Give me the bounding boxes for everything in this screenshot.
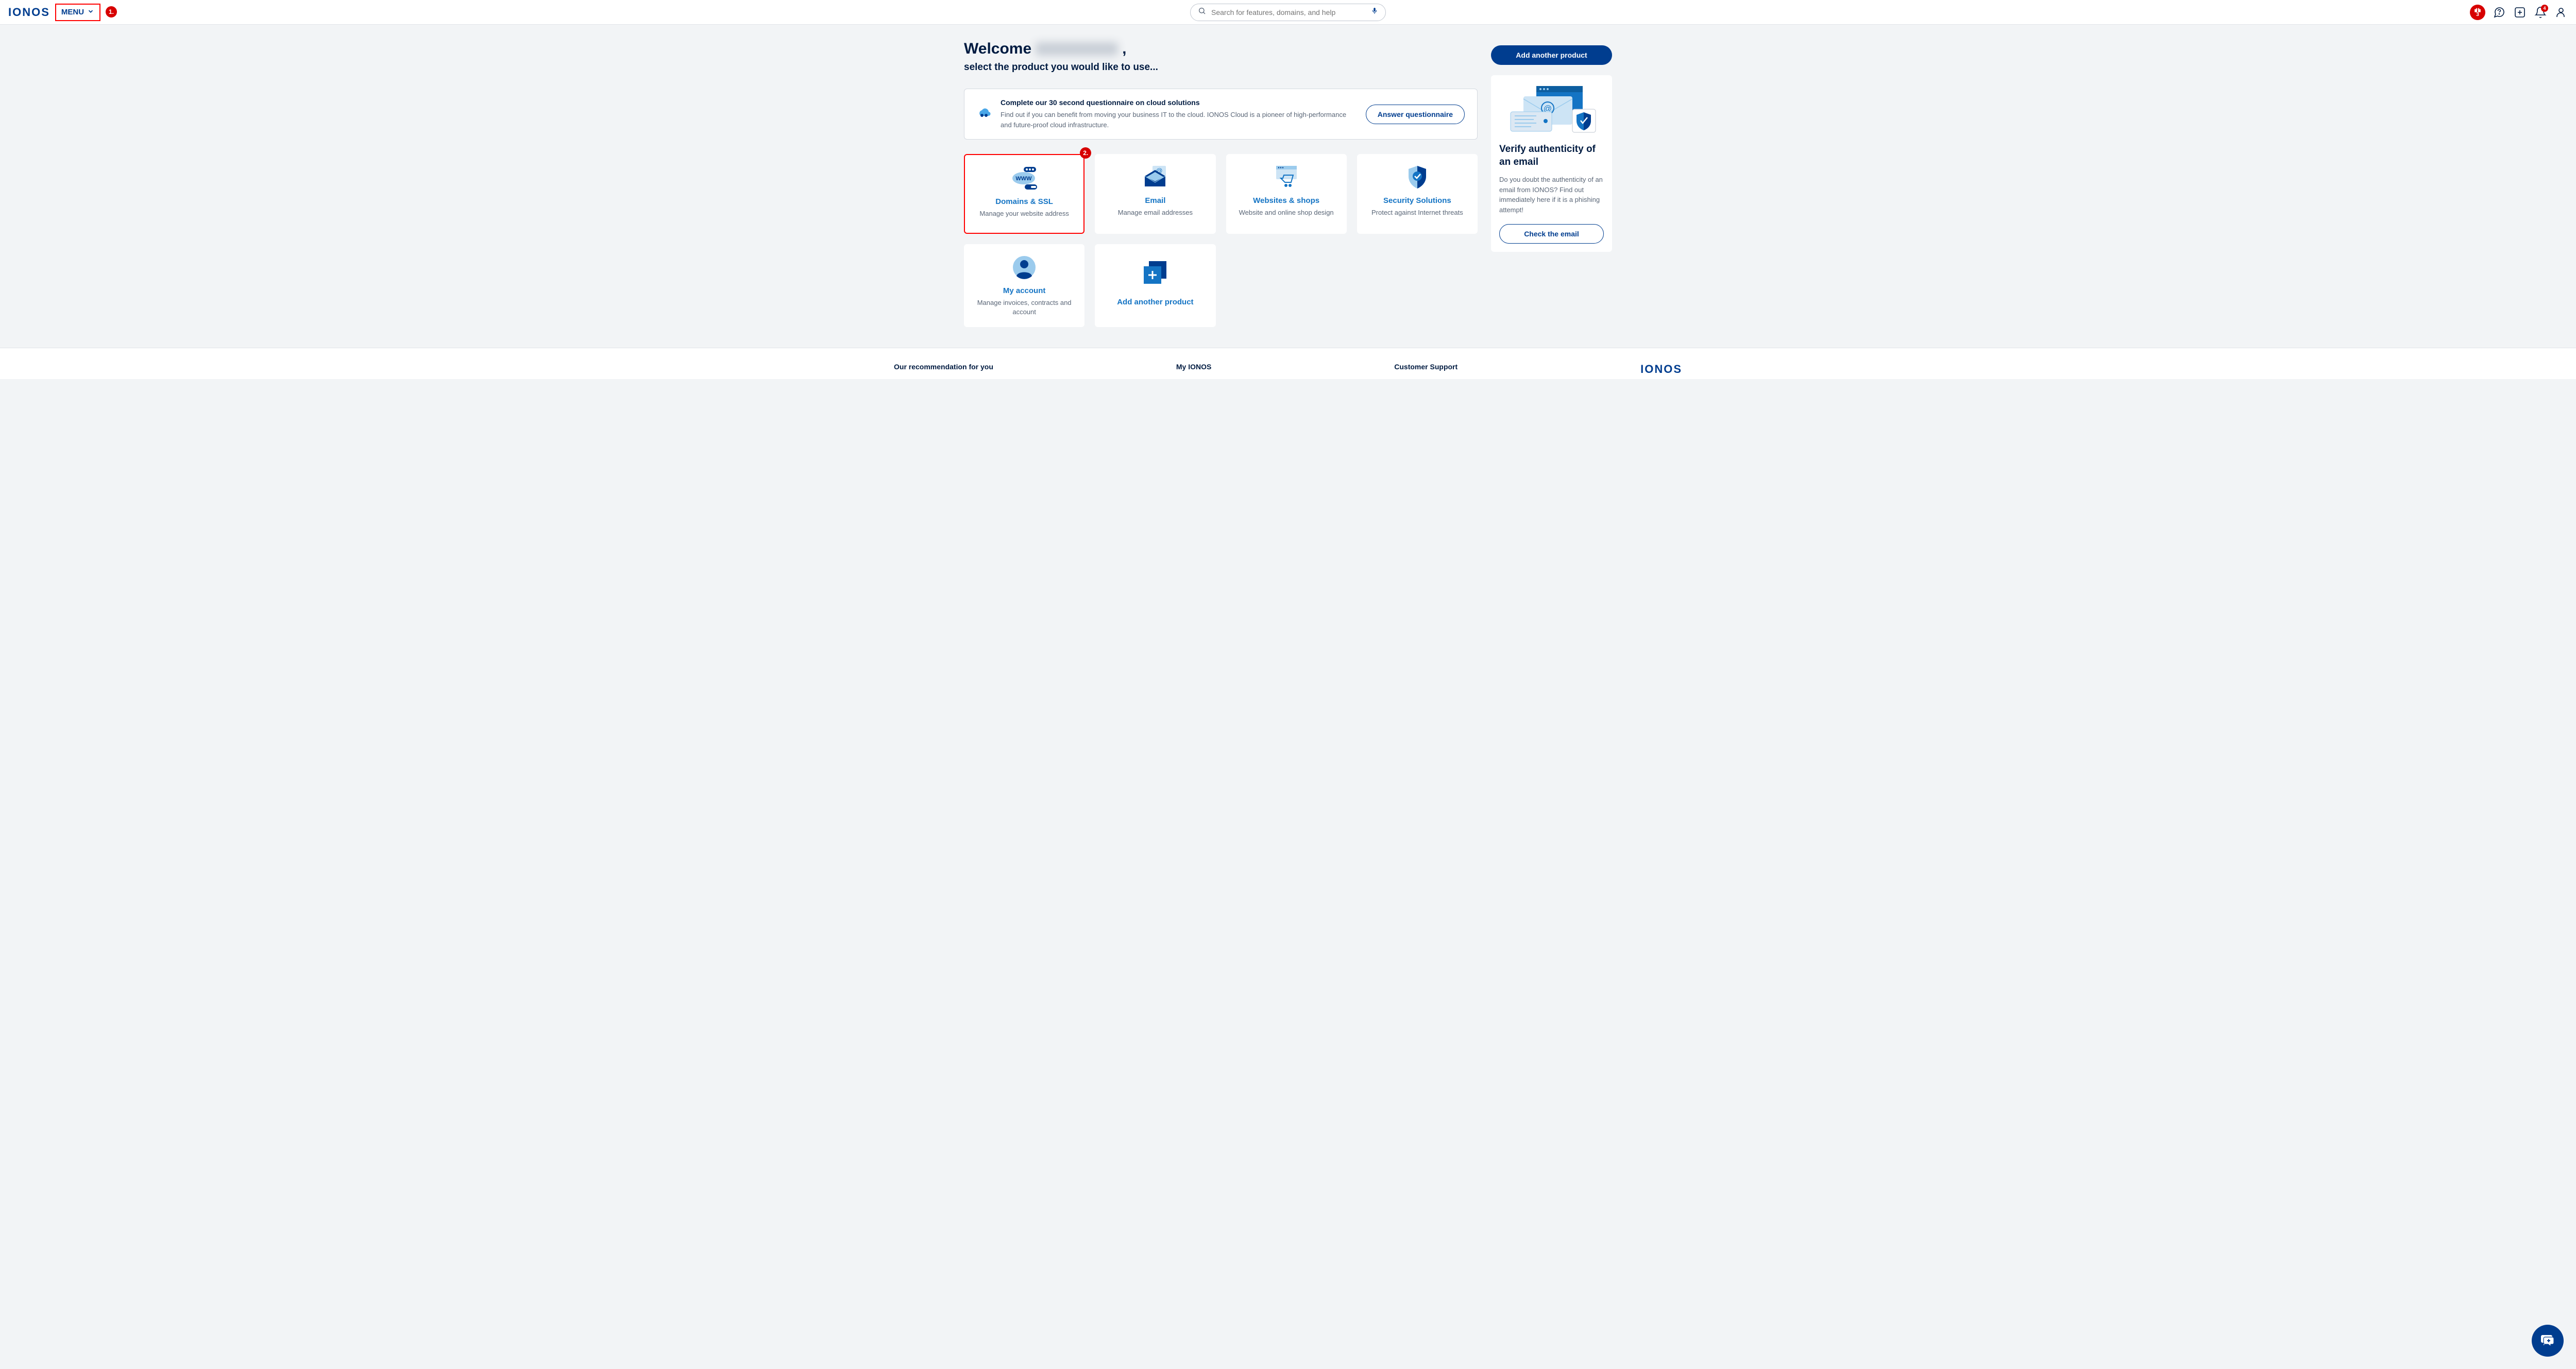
tile-domains-ssl[interactable]: WWW Domains & SSL Manage your website ad… <box>964 154 1084 234</box>
footer-col-support: Customer Support <box>1394 363 1458 371</box>
websites-icon <box>1274 164 1299 190</box>
email-icon: @ <box>1142 164 1168 190</box>
tile-desc: Website and online shop design <box>1239 208 1334 217</box>
cloud-icon <box>977 108 991 121</box>
tile-security[interactable]: Security Solutions Protect against Inter… <box>1357 154 1478 234</box>
microphone-icon[interactable] <box>1371 7 1378 18</box>
annotation-2-badge: 2. <box>1080 147 1091 159</box>
add-another-product-button[interactable]: Add another product <box>1491 45 1612 65</box>
tile-title: Domains & SSL <box>995 197 1053 206</box>
account-icon <box>1012 254 1036 280</box>
welcome-suffix: , <box>1122 40 1126 58</box>
chat-fab[interactable] <box>2532 1325 2564 1357</box>
footer-logo: IONOS <box>1640 363 1682 376</box>
check-email-button[interactable]: Check the email <box>1499 224 1604 244</box>
svg-text:WWW: WWW <box>1016 176 1032 182</box>
help-icon[interactable] <box>2493 6 2506 19</box>
answer-questionnaire-button[interactable]: Answer questionnaire <box>1366 105 1465 124</box>
menu-button[interactable]: MENU <box>55 4 100 21</box>
banner-body: Find out if you can benefit from moving … <box>1001 110 1357 130</box>
search-icon <box>1198 7 1206 18</box>
tile-desc: Manage email addresses <box>1118 208 1193 217</box>
gift-icon[interactable]: 3 <box>2470 5 2485 20</box>
ionos-logo[interactable]: IONOS <box>8 6 50 19</box>
chevron-down-icon <box>87 8 94 17</box>
footer-col-myionos: My IONOS <box>1176 363 1211 371</box>
welcome-prefix: Welcome <box>964 40 1031 58</box>
annotation-1-badge: 1. <box>106 6 117 18</box>
menu-label: MENU <box>61 8 84 16</box>
footer-col-recommendation: Our recommendation for you <box>894 363 993 371</box>
promo-body: Do you doubt the authenticity of an emai… <box>1499 175 1604 215</box>
tile-title: Websites & shops <box>1253 196 1319 205</box>
notification-count: 4 <box>2541 5 2548 12</box>
page-footer: Our recommendation for you My IONOS Cust… <box>0 348 2576 379</box>
tile-desc: Manage invoices, contracts and account <box>971 298 1077 317</box>
tile-my-account[interactable]: My account Manage invoices, contracts an… <box>964 244 1084 327</box>
tile-email[interactable]: @ Email Manage email addresses <box>1095 154 1215 234</box>
banner-title: Complete our 30 second questionnaire on … <box>1001 98 1357 107</box>
top-header: IONOS MENU 1. 3 4 <box>0 0 2576 25</box>
gift-count: 3 <box>2476 12 2479 18</box>
tile-title: My account <box>1003 286 1046 295</box>
tile-title: Add another product <box>1117 298 1193 306</box>
tile-title: Email <box>1145 196 1165 205</box>
domains-icon: WWW <box>1009 165 1039 191</box>
bell-icon[interactable]: 4 <box>2534 6 2547 19</box>
profile-icon[interactable] <box>2554 6 2568 19</box>
add-product-icon <box>1143 260 1167 285</box>
tile-websites-shops[interactable]: Websites & shops Website and online shop… <box>1226 154 1347 234</box>
promo-illustration: @ <box>1499 83 1604 135</box>
main-content: Welcome , select the product you would l… <box>956 25 1620 348</box>
tile-desc: Manage your website address <box>979 209 1069 218</box>
cloud-banner: Complete our 30 second questionnaire on … <box>964 89 1478 140</box>
tile-desc: Protect against Internet threats <box>1371 208 1463 217</box>
tile-add-product[interactable]: Add another product <box>1095 244 1215 327</box>
search-bar[interactable] <box>1190 4 1386 21</box>
search-input[interactable] <box>1211 8 1366 16</box>
promo-card-verify-email: @ Verify authenticity of an email Do you… <box>1491 75 1612 252</box>
welcome-heading: Welcome , <box>964 40 1158 58</box>
user-name-blurred <box>1036 42 1118 56</box>
promo-title: Verify authenticity of an email <box>1499 143 1604 168</box>
chat-icon <box>2539 1332 2556 1349</box>
welcome-subtitle: select the product you would like to use… <box>964 62 1158 73</box>
tile-title: Security Solutions <box>1383 196 1451 205</box>
security-icon <box>1406 164 1428 190</box>
add-icon[interactable] <box>2513 6 2527 19</box>
